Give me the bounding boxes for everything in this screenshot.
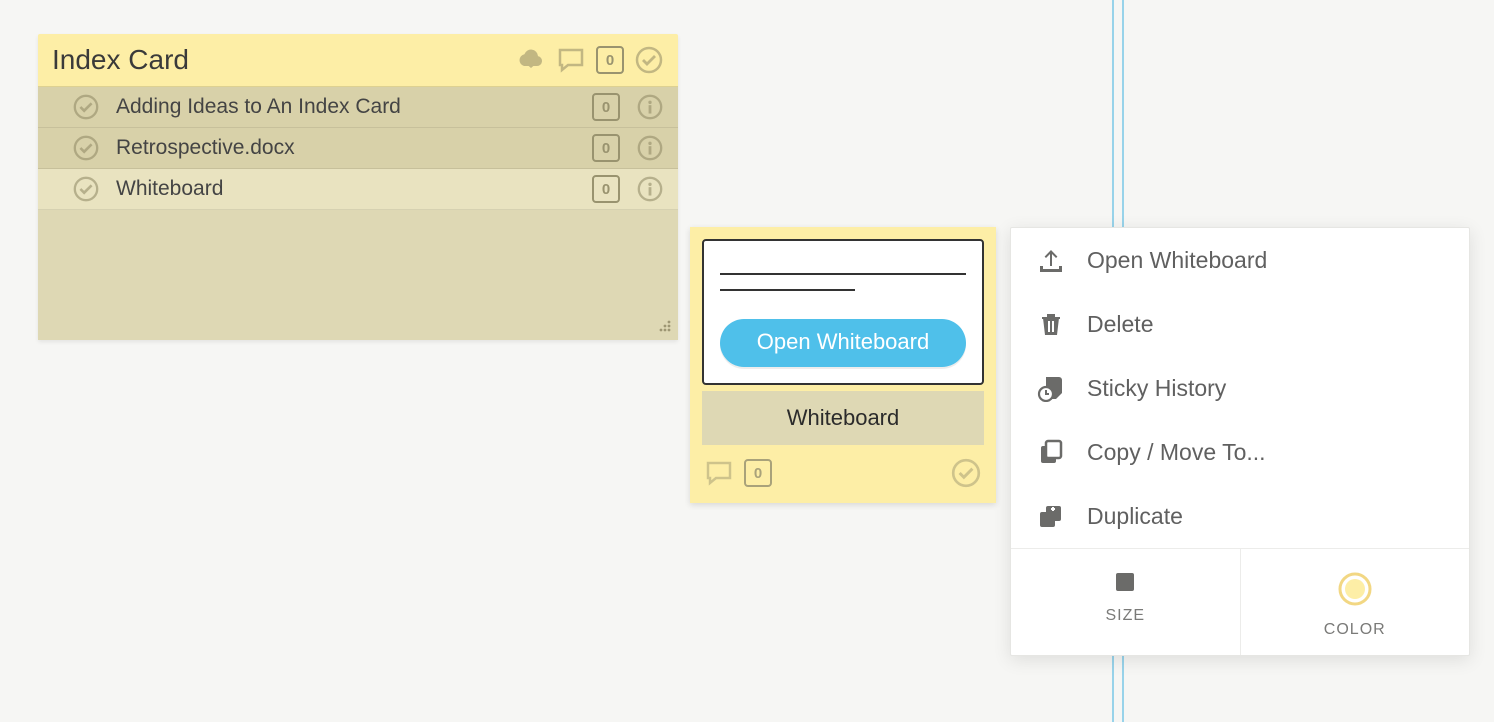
- size-label: SIZE: [1105, 607, 1145, 625]
- context-menu: Open Whiteboard Delete Sticky History Co…: [1010, 227, 1470, 656]
- open-icon: [1037, 246, 1065, 274]
- menu-duplicate[interactable]: Duplicate: [1011, 484, 1469, 548]
- menu-color[interactable]: COLOR: [1240, 549, 1470, 655]
- color-label: COLOR: [1324, 621, 1386, 639]
- history-icon: [1037, 374, 1065, 402]
- check-circle-icon[interactable]: [950, 457, 982, 489]
- index-card-rows: Adding Ideas to An Index Card 0 Retrospe…: [38, 86, 678, 210]
- comment-icon[interactable]: [704, 459, 734, 487]
- menu-label: Copy / Move To...: [1087, 439, 1266, 466]
- menu-sticky-history[interactable]: Sticky History: [1011, 356, 1469, 420]
- check-circle-icon[interactable]: [72, 175, 100, 203]
- menu-size[interactable]: SIZE: [1011, 549, 1240, 655]
- menu-bottom: SIZE COLOR: [1011, 548, 1469, 655]
- menu-label: Delete: [1087, 311, 1153, 338]
- count-badge[interactable]: 0: [744, 459, 772, 487]
- menu-copy-move[interactable]: Copy / Move To...: [1011, 420, 1469, 484]
- count-badge[interactable]: 0: [592, 93, 620, 121]
- index-card-footer: [38, 210, 678, 340]
- sticky-caption: Whiteboard: [702, 391, 984, 445]
- index-card-header-icons: 0: [516, 45, 664, 75]
- check-circle-icon[interactable]: [72, 93, 100, 121]
- menu-label: Duplicate: [1087, 503, 1183, 530]
- info-icon[interactable]: [636, 93, 664, 121]
- whiteboard-thumbnail: Open Whiteboard: [702, 239, 984, 385]
- info-icon[interactable]: [636, 175, 664, 203]
- row-label: Whiteboard: [116, 177, 576, 201]
- menu-label: Sticky History: [1087, 375, 1226, 402]
- sketch-line: [720, 289, 855, 291]
- row-label: Retrospective.docx: [116, 136, 576, 160]
- cloud-download-icon[interactable]: [516, 46, 546, 74]
- duplicate-icon: [1037, 502, 1065, 530]
- menu-delete[interactable]: Delete: [1011, 292, 1469, 356]
- whiteboard-sticky[interactable]: Open Whiteboard Whiteboard 0: [690, 227, 996, 503]
- resize-handle-icon[interactable]: [656, 318, 672, 334]
- sticky-footer: 0: [702, 445, 984, 491]
- menu-open-whiteboard[interactable]: Open Whiteboard: [1011, 228, 1469, 292]
- count-badge[interactable]: 0: [596, 46, 624, 74]
- index-card-row[interactable]: Adding Ideas to An Index Card 0: [38, 87, 678, 128]
- count-badge[interactable]: 0: [592, 134, 620, 162]
- index-card-title[interactable]: Index Card: [52, 44, 516, 76]
- info-icon[interactable]: [636, 134, 664, 162]
- size-icon: [1114, 571, 1136, 593]
- copy-icon: [1037, 438, 1065, 466]
- sketch-line: [720, 273, 966, 275]
- check-circle-icon[interactable]: [72, 134, 100, 162]
- row-label: Adding Ideas to An Index Card: [116, 95, 576, 119]
- color-icon: [1337, 571, 1373, 607]
- comment-icon[interactable]: [556, 46, 586, 74]
- index-card-row[interactable]: Whiteboard 0: [38, 169, 678, 210]
- index-card-header: Index Card 0: [38, 34, 678, 86]
- open-whiteboard-button[interactable]: Open Whiteboard: [720, 319, 966, 367]
- count-badge[interactable]: 0: [592, 175, 620, 203]
- index-card-row[interactable]: Retrospective.docx 0: [38, 128, 678, 169]
- trash-icon: [1037, 310, 1065, 338]
- index-card: Index Card 0 Adding Ideas to An Index Ca…: [38, 34, 678, 340]
- menu-label: Open Whiteboard: [1087, 247, 1267, 274]
- check-circle-icon[interactable]: [634, 45, 664, 75]
